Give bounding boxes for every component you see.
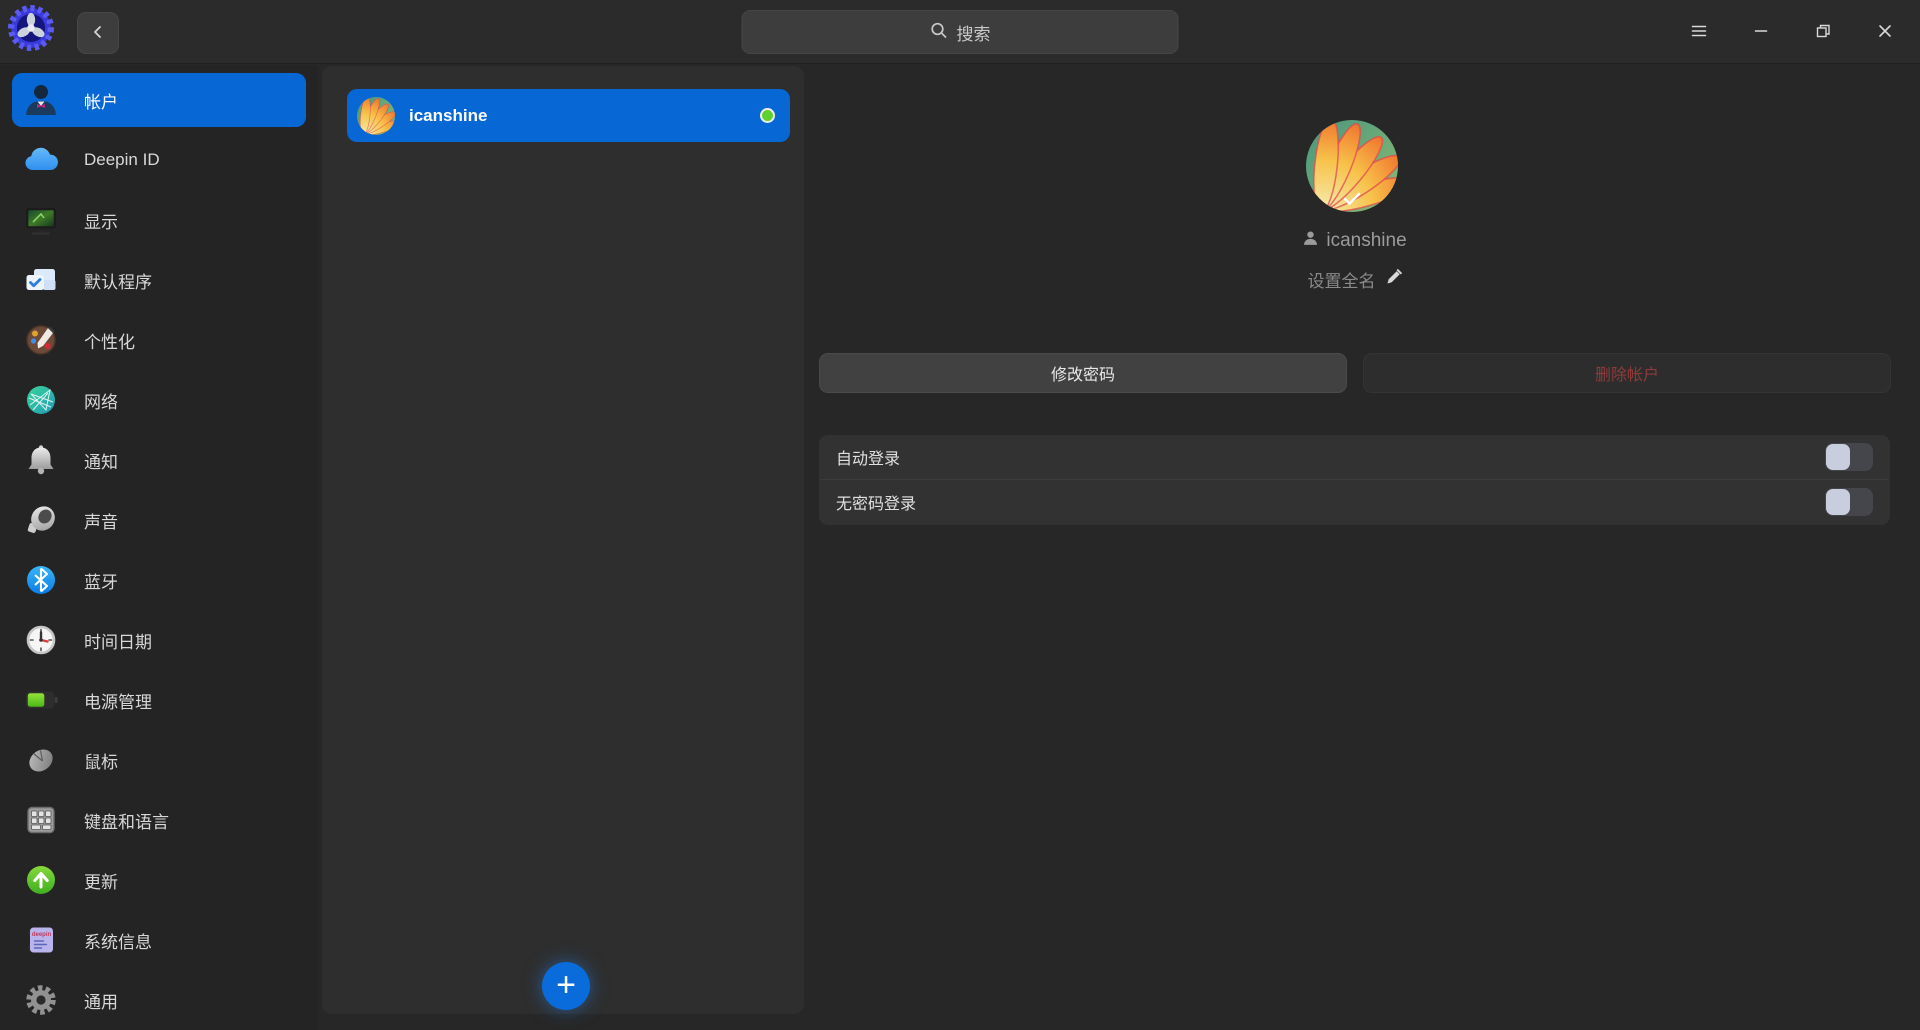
search-placeholder: 搜索: [956, 24, 991, 44]
minimize-icon: [1752, 22, 1770, 43]
sidebar-item-general[interactable]: 通用: [12, 973, 306, 1027]
maximize-button[interactable]: [1792, 0, 1854, 64]
user-name: icanshine: [409, 105, 488, 125]
account-actions: 修改密码 删除帐户: [819, 353, 1891, 393]
menu-button[interactable]: [1668, 0, 1730, 64]
sidebar-item-default-apps[interactable]: 默认程序: [12, 253, 306, 307]
sidebar-item-label: 鼠标: [84, 752, 118, 772]
mouse-icon: [21, 740, 61, 780]
sidebar-item-label: 网络: [84, 392, 118, 412]
nopassword-login-label: 无密码登录: [836, 496, 917, 513]
auto-login-toggle[interactable]: [1825, 443, 1873, 471]
sidebar-item-power[interactable]: 电源管理: [12, 673, 306, 727]
add-user-button[interactable]: +: [542, 962, 590, 1010]
bluetooth-icon: [21, 560, 61, 600]
sidebar-item-label: 显示: [84, 212, 118, 232]
sidebar-item-label: 默认程序: [84, 272, 152, 292]
toggle-knob: [1826, 489, 1850, 515]
update-arrow-icon: [21, 860, 61, 900]
sidebar-item-accounts[interactable]: 帐户: [12, 73, 306, 127]
sidebar-item-datetime[interactable]: 时间日期: [12, 613, 306, 667]
sidebar-item-label: 个性化: [84, 332, 135, 352]
titlebar: 搜索: [0, 0, 1920, 64]
plus-icon: +: [556, 965, 576, 1004]
sidebar-item-mouse[interactable]: 鼠标: [12, 733, 306, 787]
delete-account-button[interactable]: 删除帐户: [1363, 353, 1891, 393]
account-detail-panel: icanshine 设置全名 修改密码 删除帐户 自动登录 无密码登录: [806, 65, 1920, 1030]
nopassword-login-row: 无密码登录: [819, 480, 1890, 524]
sidebar-item-label: 声音: [84, 512, 118, 532]
auto-login-row: 自动登录: [819, 435, 1890, 479]
battery-icon: [21, 680, 61, 720]
user-avatar[interactable]: [1306, 120, 1398, 212]
sidebar-item-label: 键盘和语言: [84, 812, 169, 832]
palette-icon: [21, 320, 61, 360]
chevron-left-icon: [90, 24, 106, 43]
user-list-panel: icanshine +: [322, 66, 804, 1014]
pencil-icon: [1386, 268, 1402, 290]
search-icon: [930, 21, 948, 44]
sidebar-item-system-info[interactable]: deepin 系统信息: [12, 913, 306, 967]
speaker-icon: [21, 500, 61, 540]
close-button[interactable]: [1854, 0, 1916, 64]
nopassword-login-toggle[interactable]: [1825, 488, 1873, 516]
menu-icon: [1690, 22, 1708, 43]
sidebar-item-label: 帐户: [84, 92, 118, 112]
user-icon: [21, 80, 61, 120]
sidebar: 帐户 Deepin ID 显示 默认程序 个性化 网络 通知 声音 蓝牙 时间日…: [0, 65, 318, 1030]
close-icon: [1876, 22, 1894, 43]
sidebar-item-deepin-id[interactable]: Deepin ID: [12, 133, 306, 187]
keyboard-icon: [21, 800, 61, 840]
sidebar-item-label: 电源管理: [84, 692, 152, 712]
cloud-icon: [21, 140, 61, 180]
sidebar-item-personalization[interactable]: 个性化: [12, 313, 306, 367]
search-input[interactable]: 搜索: [741, 10, 1179, 54]
sidebar-item-label: 系统信息: [84, 932, 152, 952]
display-icon: [21, 200, 61, 240]
sidebar-item-keyboard[interactable]: 键盘和语言: [12, 793, 306, 847]
set-fullname-label: 设置全名: [1307, 271, 1376, 291]
default-apps-icon: [21, 260, 61, 300]
sidebar-item-label: 蓝牙: [84, 572, 118, 592]
sidebar-item-label: 通用: [84, 992, 118, 1012]
check-icon: [1343, 192, 1361, 211]
sidebar-item-display[interactable]: 显示: [12, 193, 306, 247]
user-list-item[interactable]: icanshine: [347, 89, 790, 142]
online-status-dot: [760, 108, 775, 123]
sidebar-item-bluetooth[interactable]: 蓝牙: [12, 553, 306, 607]
username-text: icanshine: [1326, 230, 1407, 251]
clock-icon: [21, 620, 61, 660]
user-avatar-thumbnail: [357, 97, 395, 135]
username-row: icanshine: [819, 228, 1890, 254]
set-fullname-button[interactable]: 设置全名: [819, 265, 1890, 293]
toggle-knob: [1826, 444, 1850, 470]
sidebar-item-label: 通知: [84, 452, 118, 472]
svg-text:deepin: deepin: [32, 932, 52, 938]
sidebar-item-network[interactable]: 网络: [12, 373, 306, 427]
sidebar-item-notification[interactable]: 通知: [12, 433, 306, 487]
person-icon: [1302, 230, 1319, 253]
sidebar-item-label: Deepin ID: [84, 150, 160, 169]
change-password-button[interactable]: 修改密码: [819, 353, 1347, 393]
network-globe-icon: [21, 380, 61, 420]
sidebar-item-label: 时间日期: [84, 632, 152, 652]
gear-icon: [21, 980, 61, 1020]
login-settings-card: 自动登录 无密码登录: [819, 435, 1890, 525]
window-controls: [1668, 0, 1916, 64]
system-info-icon: deepin: [21, 920, 61, 960]
back-button[interactable]: [77, 12, 119, 54]
sidebar-item-update[interactable]: 更新: [12, 853, 306, 907]
minimize-button[interactable]: [1730, 0, 1792, 64]
control-center-window: 搜索 帐户 Deepin ID 显示 默认程序 个性化 网络 通知 声音 蓝牙 …: [0, 0, 1920, 1030]
sidebar-item-label: 更新: [84, 872, 118, 892]
auto-login-label: 自动登录: [836, 451, 901, 468]
maximize-icon: [1814, 22, 1832, 43]
sidebar-item-sound[interactable]: 声音: [12, 493, 306, 547]
bell-icon: [21, 440, 61, 480]
control-center-gear-logo: [8, 5, 54, 51]
